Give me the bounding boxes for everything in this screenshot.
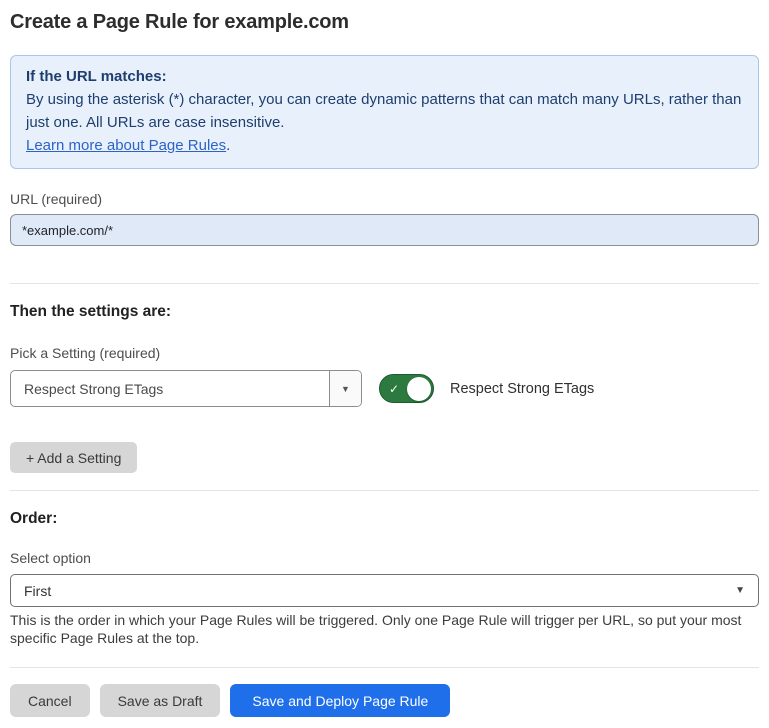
toggle-label: Respect Strong ETags bbox=[450, 381, 594, 397]
add-setting-button[interactable]: + Add a Setting bbox=[10, 442, 137, 473]
pick-setting-label: Pick a Setting (required) bbox=[10, 345, 759, 361]
action-button-row: Cancel Save as Draft Save and Deploy Pag… bbox=[10, 684, 759, 717]
settings-heading: Then the settings are: bbox=[10, 303, 759, 321]
order-help-text: This is the order in which your Page Rul… bbox=[10, 612, 759, 647]
link-suffix: . bbox=[226, 137, 230, 154]
learn-more-link[interactable]: Learn more about Page Rules bbox=[26, 137, 226, 154]
section-divider bbox=[10, 490, 759, 491]
info-box-link-line: Learn more about Page Rules. bbox=[26, 134, 743, 157]
section-divider bbox=[10, 667, 759, 668]
respect-strong-etags-toggle[interactable]: ✓ bbox=[379, 374, 434, 403]
info-box-heading: If the URL matches: bbox=[26, 65, 743, 88]
url-label: URL (required) bbox=[10, 191, 759, 207]
url-input[interactable] bbox=[10, 214, 759, 246]
toggle-knob bbox=[407, 377, 431, 401]
page-title: Create a Page Rule for example.com bbox=[10, 10, 759, 34]
dropdown-arrow-icon[interactable]: ▼ bbox=[329, 371, 361, 406]
cancel-button[interactable]: Cancel bbox=[10, 684, 90, 717]
order-select[interactable]: First ▼ bbox=[10, 574, 759, 607]
save-deploy-button[interactable]: Save and Deploy Page Rule bbox=[230, 684, 450, 717]
create-page-rule-form: Create a Page Rule for example.com If th… bbox=[10, 10, 759, 717]
info-box-body: By using the asterisk (*) character, you… bbox=[26, 88, 743, 134]
select-option-label: Select option bbox=[10, 550, 759, 566]
order-heading: Order: bbox=[10, 510, 759, 528]
section-divider bbox=[10, 283, 759, 284]
check-icon: ✓ bbox=[389, 383, 399, 395]
url-match-info-box: If the URL matches: By using the asteris… bbox=[10, 55, 759, 169]
setting-select[interactable]: Respect Strong ETags ▼ bbox=[10, 370, 362, 407]
save-draft-button[interactable]: Save as Draft bbox=[100, 684, 221, 717]
chevron-down-icon: ▼ bbox=[722, 585, 758, 596]
setting-select-value: Respect Strong ETags bbox=[11, 381, 329, 397]
order-select-value: First bbox=[11, 583, 722, 599]
setting-row: Respect Strong ETags ▼ ✓ Respect Strong … bbox=[10, 370, 759, 407]
